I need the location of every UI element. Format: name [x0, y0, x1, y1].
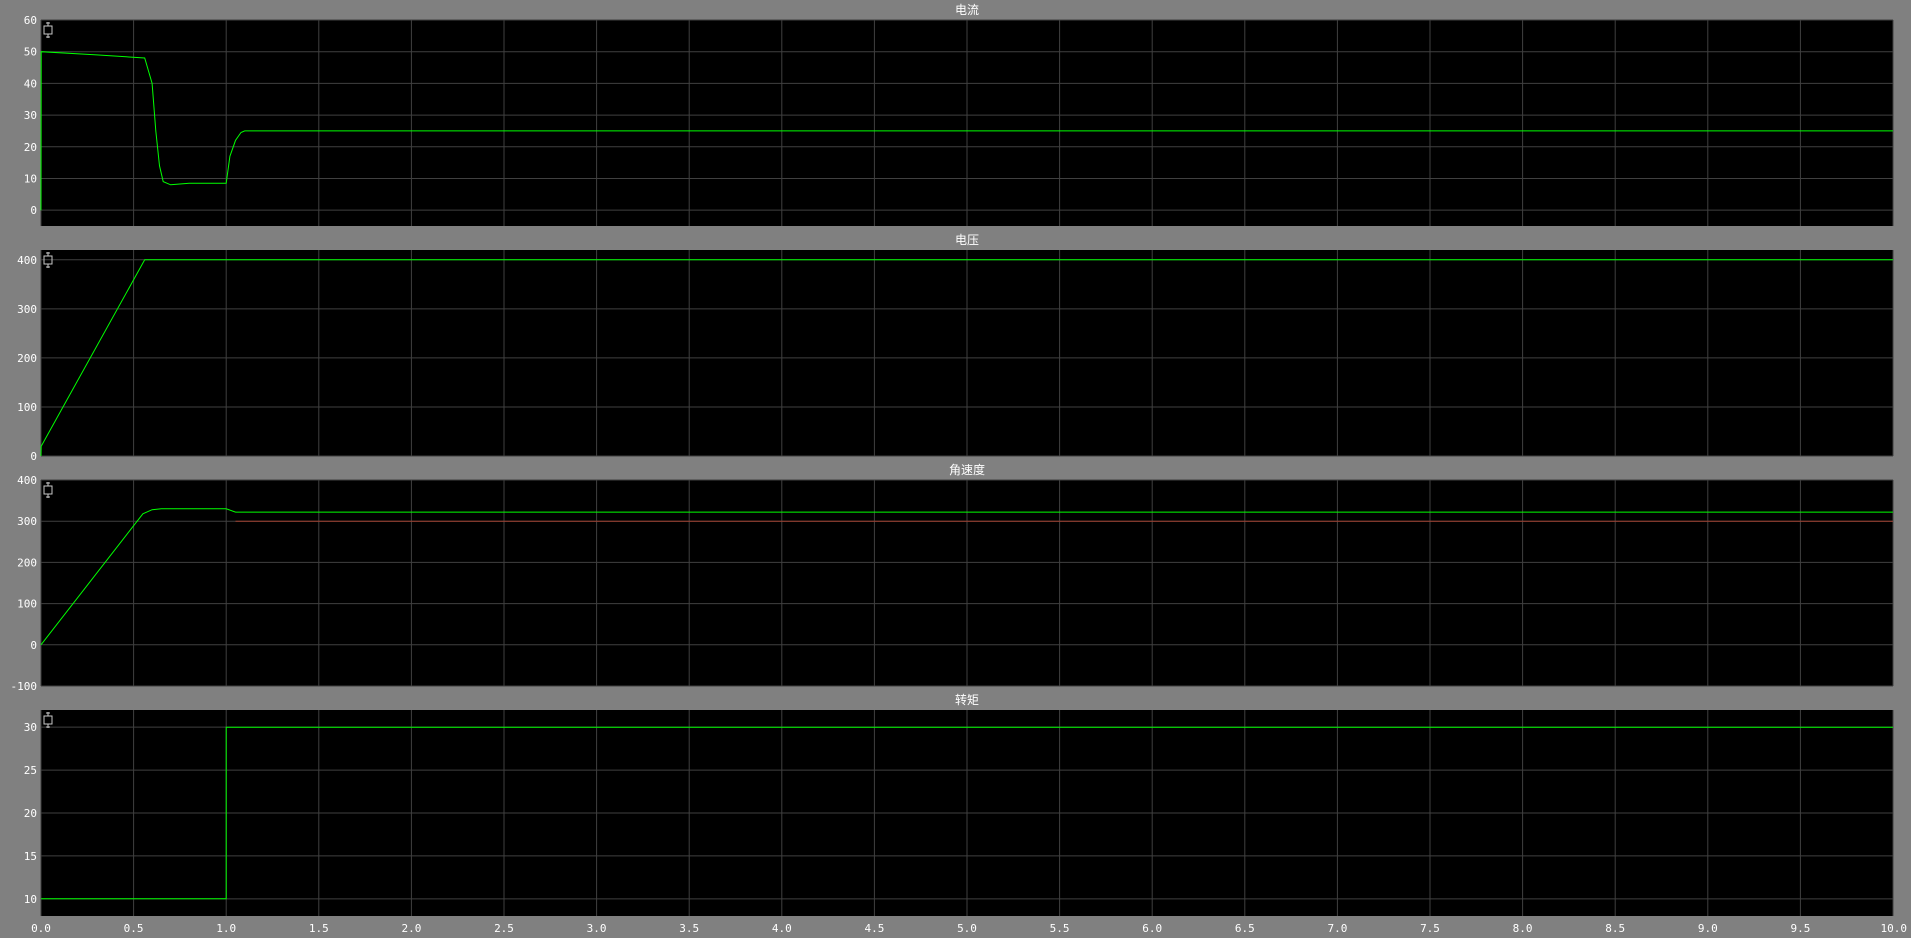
x-tick-label: 7.0	[1327, 922, 1347, 935]
y-tick-label: 10	[24, 172, 37, 185]
x-tick-label: 9.0	[1698, 922, 1718, 935]
y-tick-label: 40	[24, 77, 37, 90]
scope-panel-2: 电压 0 100 200 300 400	[17, 233, 1894, 463]
y-tick-label: -100	[11, 680, 38, 693]
x-tick-label: 2.0	[401, 922, 421, 935]
y-tick-label: 60	[24, 14, 37, 27]
y-tick-label: 100	[17, 598, 37, 611]
x-tick-label: 6.5	[1235, 922, 1255, 935]
y-tick-label: 400	[17, 254, 37, 267]
panel-title: 转矩	[955, 692, 979, 707]
x-tick-label: 9.5	[1790, 922, 1810, 935]
x-tick-label: 2.5	[494, 922, 514, 935]
panel-title: 角速度	[949, 462, 985, 477]
x-tick-label: 4.0	[772, 922, 792, 935]
x-tick-label: 4.5	[864, 922, 884, 935]
y-tick-label: 300	[17, 515, 37, 528]
y-tick-label: 100	[17, 401, 37, 414]
x-tick-label: 5.0	[957, 922, 977, 935]
y-tick-label: 15	[24, 850, 37, 863]
y-tick-label: 300	[17, 303, 37, 316]
x-tick-label: 0.5	[124, 922, 144, 935]
y-tick-label: 200	[17, 556, 37, 569]
scope-display: 电流 0 10 20 30 40 50 60 电压 0 100 200 300 400 角速度 -100 0 10…	[11, 3, 1908, 935]
y-tick-label: 200	[17, 352, 37, 365]
x-tick-label: 7.5	[1420, 922, 1440, 935]
scope-panel-4: 转矩 10 15 20 25 30	[24, 692, 1894, 916]
y-tick-label: 0	[30, 450, 37, 463]
x-tick-label: 1.5	[309, 922, 329, 935]
x-tick-label: 10.0	[1881, 922, 1908, 935]
scope-panel-3: 角速度 -100 0 100 200 300 400	[11, 462, 1894, 693]
x-tick-label: 3.5	[679, 922, 699, 935]
y-tick-label: 20	[24, 807, 37, 820]
x-tick-label: 1.0	[216, 922, 236, 935]
y-tick-label: 400	[17, 474, 37, 487]
panel-title: 电流	[955, 3, 979, 17]
x-tick-label: 8.0	[1513, 922, 1533, 935]
x-tick-label: 5.5	[1050, 922, 1070, 935]
y-tick-label: 0	[30, 204, 37, 217]
x-tick-label: 6.0	[1142, 922, 1162, 935]
y-tick-label: 20	[24, 141, 37, 154]
x-tick-label: 8.5	[1605, 922, 1625, 935]
y-tick-label: 30	[24, 109, 37, 122]
panel-title: 电压	[955, 233, 979, 247]
y-tick-label: 50	[24, 46, 37, 59]
y-tick-label: 10	[24, 893, 37, 906]
y-tick-label: 0	[30, 639, 37, 652]
scope-panel-1: 电流 0 10 20 30 40 50 60	[24, 3, 1894, 226]
x-tick-label: 3.0	[587, 922, 607, 935]
y-tick-label: 30	[24, 721, 37, 734]
x-tick-label: 0.0	[31, 922, 51, 935]
y-tick-label: 25	[24, 764, 37, 777]
